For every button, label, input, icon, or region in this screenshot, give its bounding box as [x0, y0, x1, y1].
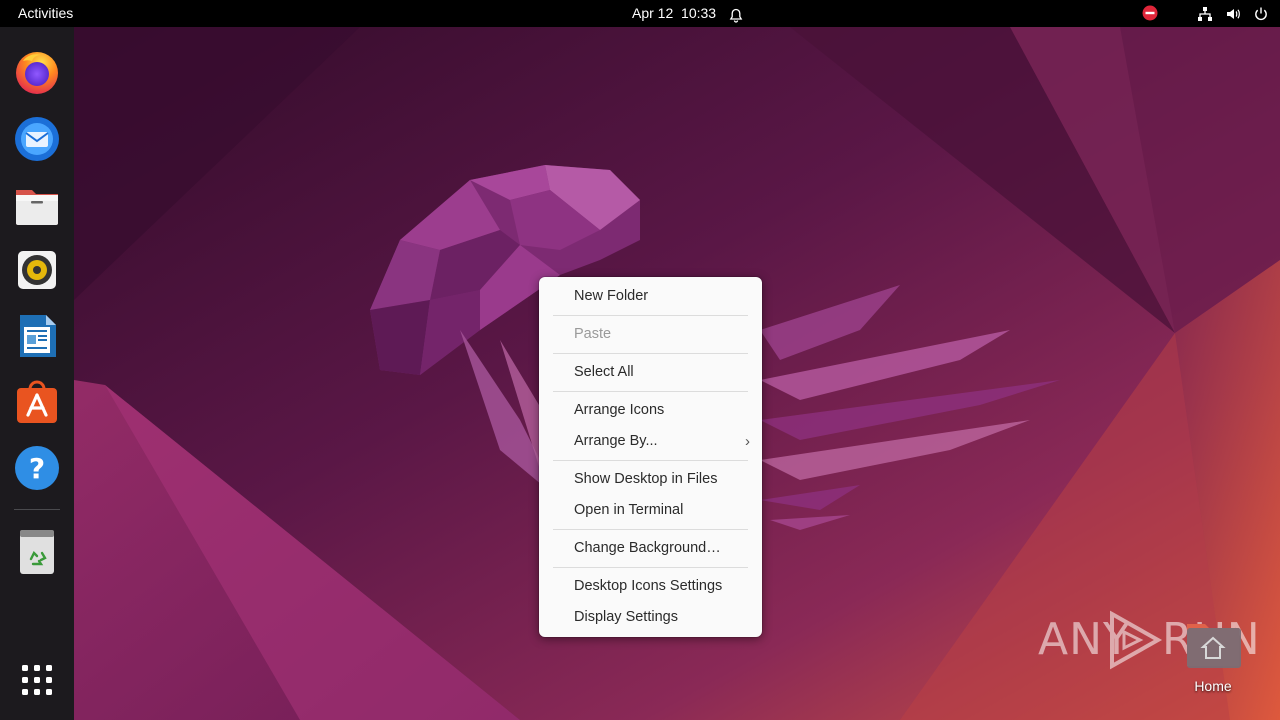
thunderbird-icon [15, 117, 59, 161]
dock-item-files[interactable] [11, 179, 63, 231]
dock-separator [14, 509, 60, 510]
desktop-home-icon[interactable]: Home [1176, 616, 1250, 698]
menu-item-show-desktop-in-files[interactable]: Show Desktop in Files [539, 464, 762, 495]
dock: ? [0, 27, 74, 720]
app-grid-icon [22, 665, 52, 695]
menu-item-paste: Paste [574, 326, 612, 342]
system-menu-button[interactable] [1196, 5, 1270, 23]
menu-item-arrange-by[interactable]: Arrange By... › [539, 426, 762, 457]
dock-item-trash[interactable] [11, 525, 63, 577]
do-not-disturb-icon[interactable] [1142, 5, 1158, 21]
volume-icon [1224, 5, 1242, 23]
menu-item-arrange-icons[interactable]: Arrange Icons [539, 395, 762, 426]
home-icon-label: Home [1194, 678, 1232, 694]
dock-item-show-applications[interactable] [11, 654, 63, 706]
rhythmbox-icon [18, 251, 56, 289]
ubuntu-software-icon [17, 380, 57, 423]
activities-button[interactable]: Activities [10, 0, 81, 27]
menu-item-open-in-terminal[interactable]: Open in Terminal [539, 495, 762, 526]
bell-icon [728, 6, 744, 23]
menu-item-change-background[interactable]: Change Background… [539, 533, 762, 564]
system-tray [1142, 0, 1270, 27]
arrange-by-label: Arrange By... [574, 433, 658, 449]
date-text: Apr 12 [632, 5, 674, 21]
date-label: Apr 12 10:33 [632, 0, 716, 27]
files-icon [16, 190, 58, 225]
menu-item-select-all[interactable]: Select All [539, 357, 762, 388]
dock-item-thunderbird[interactable] [11, 112, 63, 164]
dock-item-rhythmbox[interactable] [11, 244, 63, 296]
menu-separator [553, 315, 748, 316]
dock-item-ubuntu-software[interactable] [11, 376, 63, 428]
clock-button[interactable]: Apr 12 10:33 [622, 0, 754, 27]
desktop-context-menu: New Folder Paste Select All Arrange Icon… [539, 277, 762, 637]
menu-item-desktop-icons-settings[interactable]: Desktop Icons Settings [539, 571, 762, 602]
menu-separator [553, 460, 748, 461]
time-text: 10:33 [681, 5, 717, 21]
home-folder-icon [1187, 624, 1241, 668]
menu-separator [553, 391, 748, 392]
menu-separator [553, 567, 748, 568]
play-logo-icon [1110, 610, 1163, 670]
dock-item-firefox[interactable] [11, 46, 63, 98]
help-icon: ? [15, 446, 59, 490]
libreoffice-writer-icon [20, 315, 56, 357]
top-bar: Activities Apr 12 10:33 [0, 0, 1280, 27]
chevron-right-icon: › [745, 433, 750, 450]
svg-text:?: ? [29, 452, 45, 485]
menu-item-display-settings[interactable]: Display Settings [539, 602, 762, 633]
trash-icon [20, 530, 54, 574]
menu-separator [553, 353, 748, 354]
firefox-icon [16, 52, 58, 94]
dock-item-libreoffice-writer[interactable] [11, 310, 63, 362]
dock-item-help[interactable]: ? [11, 442, 63, 494]
menu-separator [553, 529, 748, 530]
network-icon [1196, 5, 1214, 23]
menu-item-new-folder[interactable]: New Folder [539, 281, 762, 312]
power-icon [1252, 5, 1270, 23]
